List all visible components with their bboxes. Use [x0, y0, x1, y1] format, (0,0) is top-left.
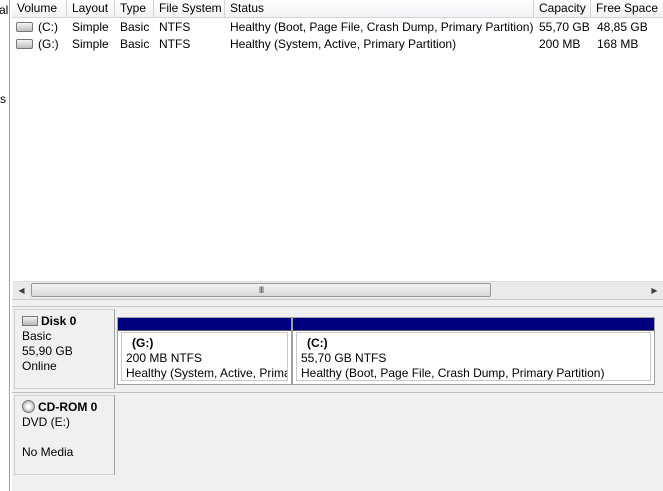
column-file-system[interactable]: File System: [154, 0, 225, 17]
disk-type: DVD (E:): [22, 415, 70, 429]
partition-status: Healthy (Boot, Page File, Crash Dump, Pr…: [301, 366, 605, 380]
horizontal-scrollbar[interactable]: ◀ III ▶: [13, 281, 663, 299]
table-row[interactable]: (C:) Simple Basic NTFS Healthy (Boot, Pa…: [12, 19, 663, 35]
left-pane-text-fragment: al: [0, 3, 9, 17]
disk-label[interactable]: CD-ROM 0 DVD (E:) No Media: [14, 395, 115, 475]
disk-label[interactable]: Disk 0 Basic 55,90 GB Online: [14, 309, 115, 389]
cd-rom-icon: [22, 400, 35, 414]
left-arrow-icon[interactable]: ◀: [13, 282, 30, 299]
drive-icon: [16, 21, 33, 32]
partition-size: 200 MB NTFS: [126, 351, 203, 365]
left-pane-text-fragment: s: [0, 92, 6, 106]
column-free-space[interactable]: Free Space: [591, 0, 663, 17]
drive-icon: [16, 38, 33, 49]
column-type[interactable]: Type: [115, 0, 154, 17]
pane-border: [9, 0, 10, 491]
column-volume[interactable]: Volume: [12, 0, 67, 17]
right-arrow-icon[interactable]: ▶: [646, 282, 663, 299]
disk-name: Disk 0: [41, 314, 77, 328]
disk-type: Basic: [22, 329, 52, 343]
column-status[interactable]: Status: [225, 0, 534, 17]
left-pane-clipped: al s: [0, 0, 9, 491]
column-header: Volume Layout Type File System Status Ca…: [12, 0, 663, 18]
disk-name: CD-ROM 0: [38, 400, 98, 414]
table-row[interactable]: (G:) Simple Basic NTFS Healthy (System, …: [12, 36, 663, 52]
partition-g[interactable]: (G:) 200 MB NTFS Healthy (System, Active…: [117, 317, 292, 385]
partition-name: (C:): [307, 336, 328, 350]
disk-size: 55,90 GB: [22, 344, 73, 358]
disk-row-cd-rom-0[interactable]: CD-ROM 0 DVD (E:) No Media: [12, 393, 663, 475]
primary-partition-bar: [118, 318, 291, 331]
column-capacity[interactable]: Capacity: [534, 0, 591, 17]
disk-status: No Media: [22, 445, 74, 459]
volume-list[interactable]: Volume Layout Type File System Status Ca…: [12, 0, 663, 298]
column-layout[interactable]: Layout: [67, 0, 115, 17]
pane-splitter[interactable]: [12, 299, 663, 307]
scrollbar-thumb[interactable]: III: [31, 283, 491, 297]
primary-partition-bar: [293, 318, 654, 331]
disk-row-disk-0[interactable]: Disk 0 Basic 55,90 GB Online (G:) 200 MB…: [12, 307, 663, 391]
partition-name: (G:): [132, 336, 154, 350]
scrollbar-grip: III: [258, 285, 264, 295]
disk-graphical-view: Disk 0 Basic 55,90 GB Online (G:) 200 MB…: [12, 307, 663, 491]
partition-status: Healthy (System, Active, Primary Partiti…: [126, 366, 287, 380]
disk-status: Online: [22, 359, 57, 373]
partition-size: 55,70 GB NTFS: [301, 351, 387, 365]
partition-c[interactable]: (C:) 55,70 GB NTFS Healthy (Boot, Page F…: [292, 317, 655, 385]
hard-disk-icon: [22, 315, 38, 326]
